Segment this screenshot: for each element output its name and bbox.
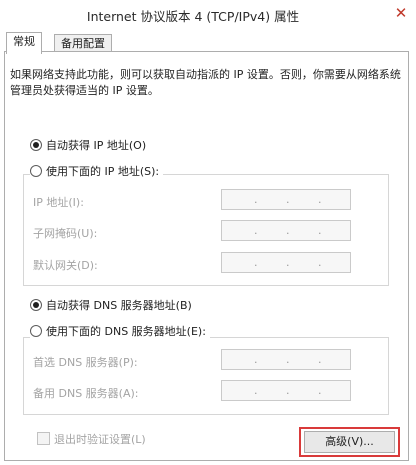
tab-bar: 常规 备用配置 [0,28,416,54]
subnet-mask-label: 子网掩码(U): [33,227,98,240]
window-title: Internet 协议版本 4 (TCP/IPv4) 属性 [86,9,300,24]
ip-auto-radio[interactable] [30,139,42,151]
ip-manual-option[interactable]: 使用下面的 IP 地址(S): [30,163,164,181]
tab-general[interactable]: 常规 [6,32,42,54]
tab-alternate-config[interactable]: 备用配置 [54,34,112,52]
dns-manual-radio[interactable] [30,325,42,337]
ip-manual-radio[interactable] [30,165,42,177]
preferred-dns-input[interactable]: ... [221,349,351,370]
ip-auto-label: 自动获得 IP 地址(O) [46,139,147,152]
preferred-dns-label: 首选 DNS 服务器(P): [33,356,138,369]
alternate-dns-label: 备用 DNS 服务器(A): [33,387,139,400]
validate-settings-option[interactable]: 退出时验证设置(L) [37,432,146,448]
subnet-mask-input[interactable]: ... [221,220,351,241]
title-bar: Internet 协议版本 4 (TCP/IPv4) 属性 ✕ [0,0,416,28]
default-gateway-label: 默认网关(D): [33,259,98,272]
ip-manual-label: 使用下面的 IP 地址(S): [46,165,160,178]
dns-auto-label: 自动获得 DNS 服务器地址(B) [46,299,192,312]
validate-settings-label: 退出时验证设置(L) [54,433,146,446]
ip-address-label: IP 地址(I): [33,196,84,209]
dns-auto-radio[interactable] [30,299,42,311]
ip-address-input[interactable]: ... [221,189,351,210]
close-icon[interactable]: ✕ [390,2,412,24]
default-gateway-input[interactable]: ... [221,252,351,273]
ip-auto-option[interactable]: 自动获得 IP 地址(O) [30,137,151,155]
alternate-dns-input[interactable]: ... [221,380,351,401]
dns-manual-label: 使用下面的 DNS 服务器地址(E): [46,325,206,338]
description-text: 如果网络支持此功能，则可以获取自动指派的 IP 设置。否则，你需要从网络系统管理… [10,68,401,97]
validate-settings-checkbox[interactable] [37,432,50,445]
dns-auto-option[interactable]: 自动获得 DNS 服务器地址(B) [30,297,196,315]
dns-manual-option[interactable]: 使用下面的 DNS 服务器地址(E): [30,323,210,341]
advanced-button[interactable]: 高级(V)... [304,431,395,453]
